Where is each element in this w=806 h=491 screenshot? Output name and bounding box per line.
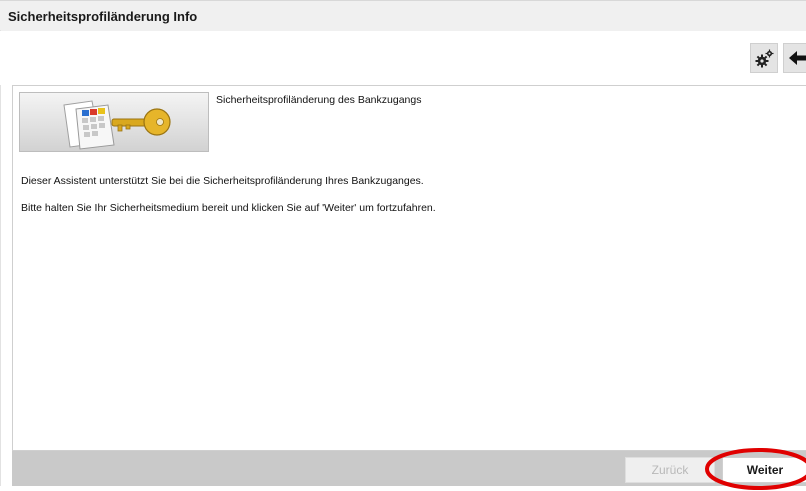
weiter-button[interactable]: Weiter [722, 457, 806, 483]
banner-image [19, 92, 209, 152]
security-card-key-illustration [63, 100, 171, 150]
back-button[interactable] [783, 43, 806, 73]
instruction-text: Bitte halten Sie Ihr Sicherheitsmedium b… [21, 202, 436, 214]
settings-button[interactable] [750, 43, 778, 73]
left-border [0, 30, 1, 486]
gears-icon [755, 49, 774, 68]
window-title: Sicherheitsprofiländerung Info [8, 9, 198, 24]
toolbar [0, 31, 806, 85]
arrow-left-icon [789, 51, 806, 65]
banner-heading: Sicherheitsprofiländerung des Bankzugang… [216, 94, 422, 106]
zurueck-button[interactable]: Zurück [625, 457, 715, 483]
content-panel: Sicherheitsprofiländerung des Bankzugang… [12, 85, 806, 451]
title-bar: Sicherheitsprofiländerung Info [0, 0, 806, 32]
intro-text: Dieser Assistent unterstützt Sie bei die… [21, 175, 424, 187]
